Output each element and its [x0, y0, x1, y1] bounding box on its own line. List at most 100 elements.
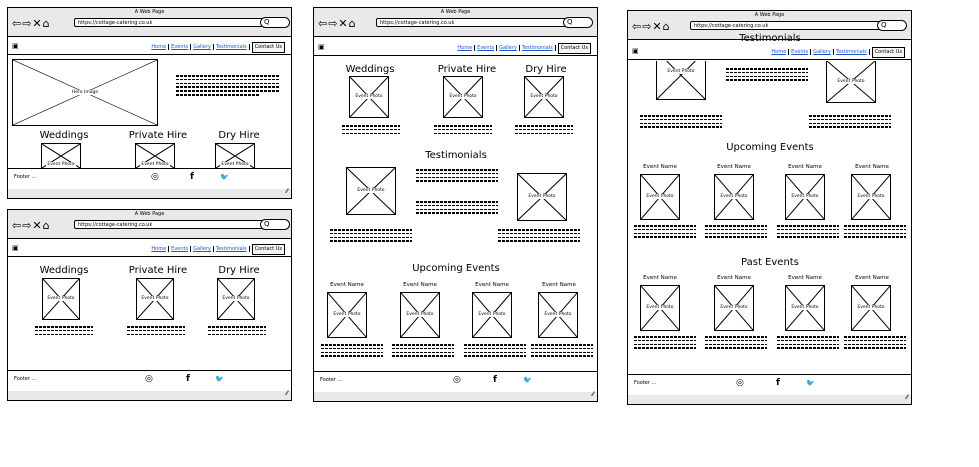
service-title-private-hire: Private Hire	[437, 64, 497, 75]
browser-nav-icons[interactable]: ⇦⇨✕⌂	[12, 220, 51, 231]
event-text	[844, 336, 906, 351]
service-text	[35, 326, 93, 337]
facebook-icon[interactable]: f	[493, 374, 497, 386]
nav-links: Home Events Gallery Testimonials Contact Us	[149, 244, 285, 255]
testimonial-text	[726, 68, 808, 83]
resize-handle-icon[interactable]: ⁄⁄	[286, 390, 288, 397]
event-photo: Event Photo	[640, 285, 680, 331]
window-title: A Web Page	[440, 9, 471, 15]
testimonial-photo: Event Photo	[656, 61, 706, 100]
event-text	[634, 336, 696, 351]
twitter-icon[interactable]: 🐦	[806, 377, 815, 389]
event-photo: Event Photo	[327, 292, 367, 338]
nav-link-testimonials[interactable]: Testimonials	[833, 49, 870, 55]
nav-link-testimonials[interactable]: Testimonials	[213, 44, 250, 50]
photo-caption: Event Photo	[405, 312, 435, 317]
event-photo: Event Photo	[714, 174, 754, 220]
nav-links: Home Events Gallery Testimonials Contact Us	[769, 47, 905, 58]
event-photo: Event Photo	[215, 143, 255, 169]
event-name: Event Name	[643, 275, 677, 281]
photo-caption: Event Photo	[220, 162, 250, 167]
twitter-icon[interactable]: 🐦	[523, 374, 532, 386]
instagram-icon[interactable]: ◎	[453, 374, 461, 386]
event-photo: Event Photo	[217, 278, 255, 320]
nav-link-testimonials[interactable]: Testimonials	[519, 45, 556, 51]
event-name: Event Name	[855, 275, 889, 281]
search-button[interactable]: Q	[563, 17, 593, 28]
event-name: Event Name	[475, 282, 509, 288]
event-photo: Event Photo	[472, 292, 512, 338]
nav-link-home[interactable]: Home	[149, 246, 170, 252]
status-bar: ⁄⁄	[314, 391, 597, 401]
event-name: Event Name	[403, 282, 437, 288]
service-text	[515, 125, 573, 136]
search-button[interactable]: Q	[877, 20, 907, 31]
status-bar: ⁄⁄	[8, 390, 291, 400]
contact-us-button[interactable]: Contact Us	[871, 47, 905, 58]
event-text	[777, 225, 839, 240]
event-text	[531, 344, 593, 359]
nav-link-gallery[interactable]: Gallery	[191, 44, 214, 50]
wireframe-window-4: A Web Page ⇦⇨✕⌂ https://cottage-catering…	[627, 10, 912, 405]
nav-link-home[interactable]: Home	[149, 44, 170, 50]
photo-caption: Event Photo	[790, 305, 820, 310]
testimonial-photo: Event Photo	[517, 173, 567, 221]
wireframe-window-2: A Web Page ⇦⇨✕⌂ https://cottage-catering…	[7, 209, 292, 401]
service-title-private-hire: Private Hire	[128, 130, 188, 141]
site-navbar: ▣ Home Events Gallery Testimonials Contact U…	[8, 40, 291, 55]
nav-link-gallery[interactable]: Gallery	[811, 49, 834, 55]
search-button[interactable]: Q	[260, 219, 290, 230]
address-bar[interactable]: https://cottage-catering.co.uk	[74, 220, 264, 229]
event-name: Event Name	[788, 275, 822, 281]
instagram-icon[interactable]: ◎	[145, 373, 153, 385]
search-button[interactable]: Q	[260, 17, 290, 28]
twitter-icon[interactable]: 🐦	[215, 373, 224, 385]
event-photo: Event Photo	[524, 76, 564, 118]
contact-us-button[interactable]: Contact Us	[557, 43, 591, 54]
nav-link-home[interactable]: Home	[769, 49, 790, 55]
nav-link-events[interactable]: Events	[169, 246, 192, 252]
nav-link-gallery[interactable]: Gallery	[191, 246, 214, 252]
nav-link-gallery[interactable]: Gallery	[497, 45, 520, 51]
photo-caption: Event Photo	[354, 94, 384, 99]
service-title-dry-hire: Dry Hire	[218, 130, 260, 141]
event-photo: Event Photo	[640, 174, 680, 220]
nav-link-events[interactable]: Events	[475, 45, 498, 51]
resize-handle-icon[interactable]: ⁄⁄	[286, 188, 288, 195]
contact-us-button[interactable]: Contact Us	[251, 244, 285, 255]
nav-link-home[interactable]: Home	[455, 45, 476, 51]
address-bar[interactable]: https://cottage-catering.co.uk	[690, 21, 880, 30]
facebook-icon[interactable]: f	[776, 377, 780, 389]
hero-caption: Hero Image	[70, 89, 100, 95]
twitter-icon[interactable]: 🐦	[220, 171, 229, 183]
browser-nav-icons[interactable]: ⇦⇨✕⌂	[12, 18, 51, 29]
browser-titlebar: A Web Page ⇦⇨✕⌂ https://cottage-catering…	[8, 8, 291, 37]
logo-icon: ▣	[632, 47, 639, 55]
footer-text: Footer ...	[634, 380, 657, 386]
nav-link-events[interactable]: Events	[169, 44, 192, 50]
resize-handle-icon[interactable]: ⁄⁄	[906, 394, 908, 401]
service-title-private-hire: Private Hire	[128, 265, 188, 276]
instagram-icon[interactable]: ◎	[151, 171, 159, 183]
event-photo: Event Photo	[851, 285, 891, 331]
wireframe-window-1: A Web Page ⇦⇨✕⌂ https://cottage-catering…	[7, 7, 292, 199]
facebook-icon[interactable]: f	[186, 373, 190, 385]
resize-handle-icon[interactable]: ⁄⁄	[592, 391, 594, 398]
browser-nav-icons[interactable]: ⇦⇨✕⌂	[632, 21, 671, 32]
testimonial-photo: Event Photo	[826, 61, 876, 103]
address-bar[interactable]: https://cottage-catering.co.uk	[376, 18, 566, 27]
event-text	[634, 225, 696, 240]
nav-link-events[interactable]: Events	[789, 49, 812, 55]
photo-caption: Event Photo	[527, 194, 557, 199]
logo-icon: ▣	[12, 42, 19, 50]
instagram-icon[interactable]: ◎	[736, 377, 744, 389]
contact-us-button[interactable]: Contact Us	[251, 42, 285, 53]
event-text	[392, 344, 454, 359]
window-title: A Web Page	[754, 12, 785, 18]
site-footer: Footer ... ◎ f 🐦	[8, 168, 291, 190]
facebook-icon[interactable]: f	[190, 171, 194, 183]
browser-nav-icons[interactable]: ⇦⇨✕⌂	[318, 18, 357, 29]
testimonial-photo: Event Photo	[346, 167, 396, 215]
address-bar[interactable]: https://cottage-catering.co.uk	[74, 18, 264, 27]
nav-link-testimonials[interactable]: Testimonials	[213, 246, 250, 252]
